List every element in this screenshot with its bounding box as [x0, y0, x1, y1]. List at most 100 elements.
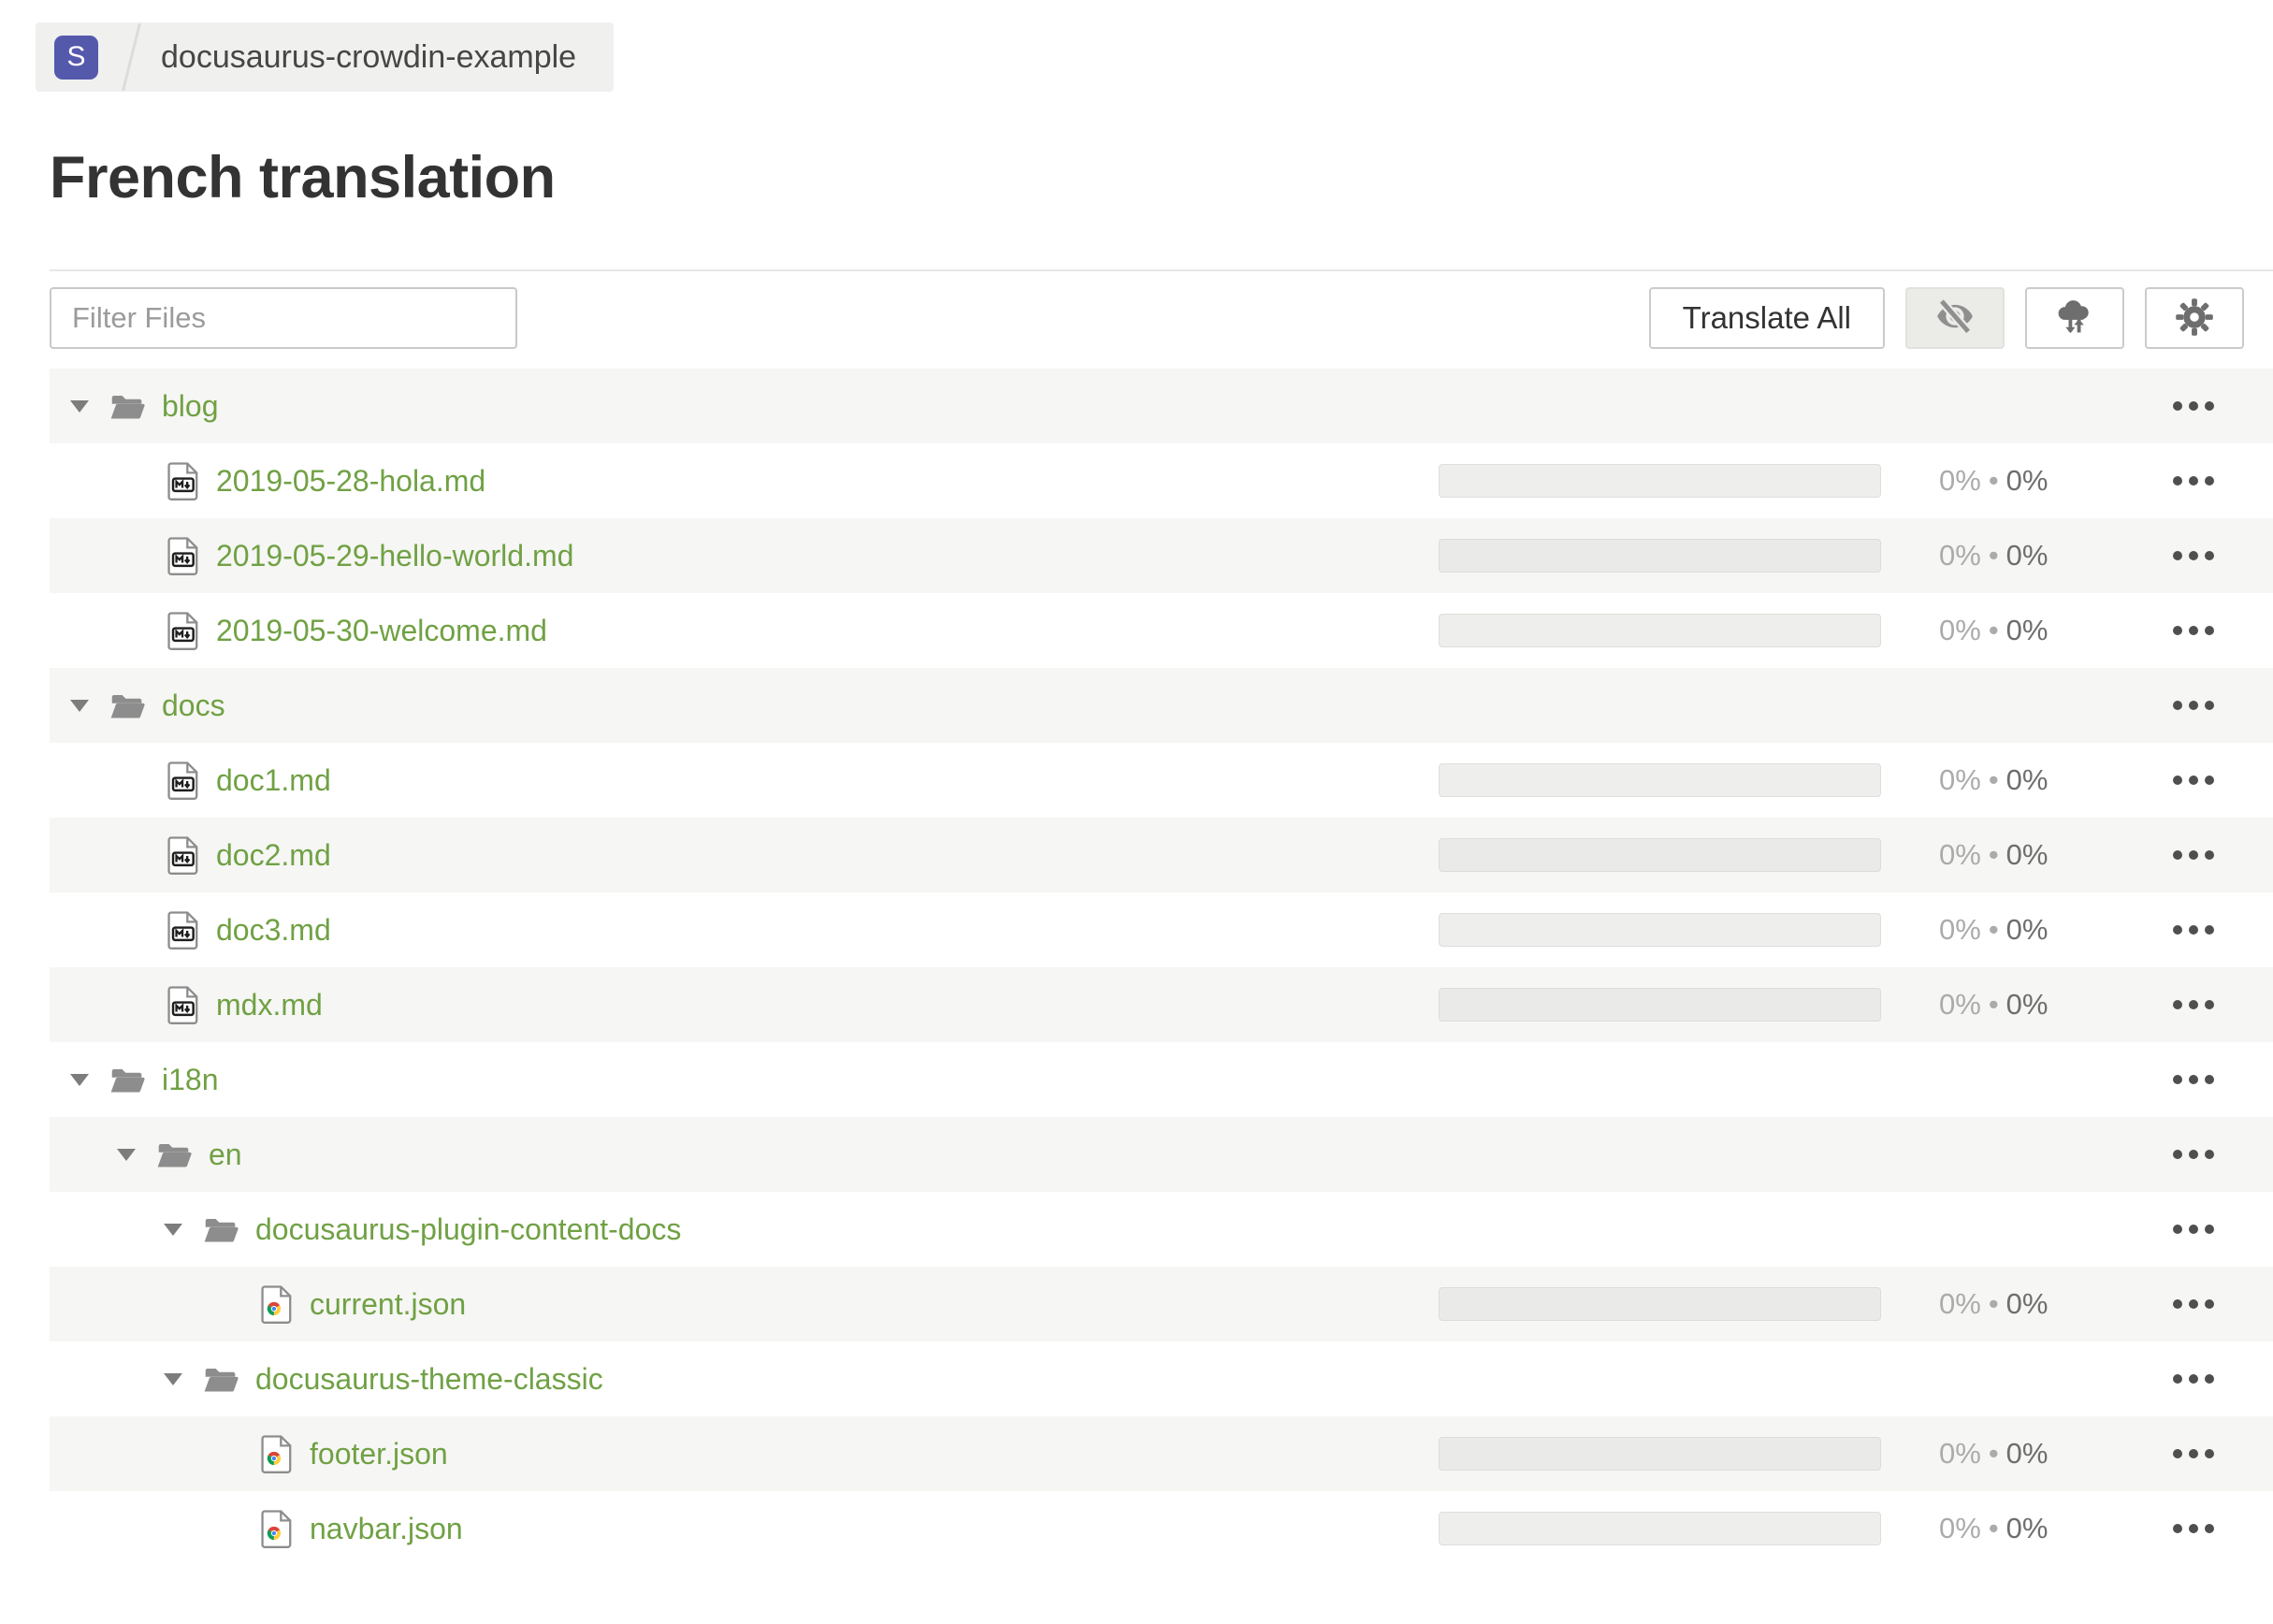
markdown-file-icon	[167, 611, 199, 651]
tree-row-file: footer.json 0% • 0%	[50, 1416, 2273, 1491]
translated-percent: 0%	[1939, 614, 1981, 646]
approved-percent: 0%	[2005, 1437, 2049, 1470]
folder-name-link[interactable]: docusaurus-theme-classic	[255, 1362, 603, 1397]
row-context-menu-button[interactable]	[2173, 1449, 2214, 1458]
percent-separator: •	[1988, 464, 1999, 497]
settings-button[interactable]	[2145, 287, 2244, 349]
approved-percent: 0%	[2005, 913, 2049, 946]
tree-row-folder: docs	[50, 668, 2273, 743]
tree-row-folder: en	[50, 1117, 2273, 1192]
file-name-link[interactable]: footer.json	[310, 1437, 448, 1472]
markdown-file-icon	[167, 536, 199, 576]
breadcrumb-project-name[interactable]: docusaurus-crowdin-example	[161, 39, 576, 76]
file-name-link[interactable]: doc2.md	[216, 838, 331, 873]
translated-percent: 0%	[1939, 464, 1981, 497]
folder-icon	[109, 691, 145, 720]
translated-percent: 0%	[1939, 913, 1981, 946]
approved-percent: 0%	[2005, 614, 2049, 646]
progress-percentages: 0% • 0%	[1939, 464, 2079, 498]
filter-files-input[interactable]	[50, 287, 517, 349]
row-context-menu-button[interactable]	[2173, 551, 2214, 560]
progress-percentages: 0% • 0%	[1939, 1287, 2079, 1321]
row-context-menu-button[interactable]	[2173, 1299, 2214, 1309]
row-context-menu-button[interactable]	[2173, 401, 2214, 411]
row-context-menu-button[interactable]	[2173, 1374, 2214, 1384]
markdown-file-icon	[167, 461, 199, 501]
approved-percent: 0%	[2005, 539, 2049, 572]
row-context-menu-button[interactable]	[2173, 850, 2214, 860]
file-name-link[interactable]: 2019-05-28-hola.md	[216, 464, 485, 499]
page-title: French translation	[50, 145, 556, 210]
progress-bar	[1439, 838, 1881, 872]
json-file-icon	[261, 1509, 293, 1549]
breadcrumb: S docusaurus-crowdin-example	[36, 22, 615, 92]
approved-percent: 0%	[2005, 988, 2049, 1021]
row-context-menu-button[interactable]	[2173, 476, 2214, 486]
progress-bar	[1439, 539, 1881, 573]
progress-bar	[1439, 464, 1881, 498]
caret-down-icon[interactable]	[70, 399, 89, 413]
caret-down-icon[interactable]	[117, 1148, 136, 1161]
row-context-menu-button[interactable]	[2173, 1150, 2214, 1159]
tree-row-file: 2019-05-28-hola.md 0% • 0%	[50, 443, 2273, 518]
caret-down-icon[interactable]	[70, 1073, 89, 1086]
file-name-link[interactable]: navbar.json	[310, 1512, 463, 1546]
eye-off-icon	[1933, 297, 1976, 339]
folder-name-link[interactable]: docusaurus-plugin-content-docs	[255, 1212, 681, 1247]
row-context-menu-button[interactable]	[2173, 925, 2214, 935]
row-context-menu-button[interactable]	[2173, 1225, 2214, 1234]
approved-percent: 0%	[2005, 763, 2049, 796]
file-name-link[interactable]: 2019-05-29-hello-world.md	[216, 539, 573, 573]
progress-percentages: 0% • 0%	[1939, 614, 2079, 647]
percent-separator: •	[1988, 1287, 1999, 1320]
progress-bar	[1439, 1287, 1881, 1321]
toggle-hidden-files-button[interactable]	[1905, 287, 2005, 349]
percent-separator: •	[1988, 1437, 1999, 1470]
row-context-menu-button[interactable]	[2173, 1075, 2214, 1084]
row-context-menu-button[interactable]	[2173, 776, 2214, 785]
row-context-menu-button[interactable]	[2173, 1524, 2214, 1533]
percent-separator: •	[1988, 539, 1999, 572]
file-name-link[interactable]: current.json	[310, 1287, 466, 1322]
file-name-link[interactable]: mdx.md	[216, 988, 323, 1022]
translated-percent: 0%	[1939, 763, 1981, 796]
folder-name-link[interactable]: i18n	[162, 1063, 219, 1097]
breadcrumb-slash-divider	[122, 22, 141, 92]
row-context-menu-button[interactable]	[2173, 626, 2214, 635]
folder-name-link[interactable]: en	[209, 1138, 242, 1172]
markdown-file-icon	[167, 835, 199, 876]
project-badge[interactable]: S	[54, 35, 98, 80]
folder-name-link[interactable]: blog	[162, 389, 219, 424]
row-context-menu-button[interactable]	[2173, 1000, 2214, 1009]
row-context-menu-button[interactable]	[2173, 701, 2214, 710]
json-file-icon	[261, 1434, 293, 1474]
percent-separator: •	[1988, 614, 1999, 646]
progress-bar	[1439, 988, 1881, 1022]
json-file-icon	[261, 1284, 293, 1325]
file-name-link[interactable]: doc1.md	[216, 763, 331, 798]
progress-percentages: 0% • 0%	[1939, 763, 2079, 797]
progress-percentages: 0% • 0%	[1939, 1437, 2079, 1471]
sync-files-button[interactable]	[2025, 287, 2124, 349]
percent-separator: •	[1988, 913, 1999, 946]
tree-row-folder: docusaurus-theme-classic	[50, 1341, 2273, 1416]
progress-percentages: 0% • 0%	[1939, 838, 2079, 872]
progress-bar	[1439, 913, 1881, 947]
tree-row-folder: docusaurus-plugin-content-docs	[50, 1192, 2273, 1267]
translate-all-button[interactable]: Translate All	[1648, 287, 1885, 349]
gear-icon	[2174, 297, 2215, 341]
tree-row-file: doc1.md 0% • 0%	[50, 743, 2273, 818]
tree-row-folder: blog	[50, 369, 2273, 443]
progress-percentages: 0% • 0%	[1939, 988, 2079, 1022]
file-name-link[interactable]: 2019-05-30-welcome.md	[216, 614, 547, 648]
caret-down-icon[interactable]	[164, 1372, 182, 1385]
file-name-link[interactable]: doc3.md	[216, 913, 331, 948]
translated-percent: 0%	[1939, 838, 1981, 871]
caret-down-icon[interactable]	[70, 699, 89, 712]
tree-row-file: current.json 0% • 0%	[50, 1267, 2273, 1341]
translated-percent: 0%	[1939, 1512, 1981, 1544]
translated-percent: 0%	[1939, 988, 1981, 1021]
folder-name-link[interactable]: docs	[162, 689, 225, 723]
caret-down-icon[interactable]	[164, 1223, 182, 1236]
translated-percent: 0%	[1939, 539, 1981, 572]
